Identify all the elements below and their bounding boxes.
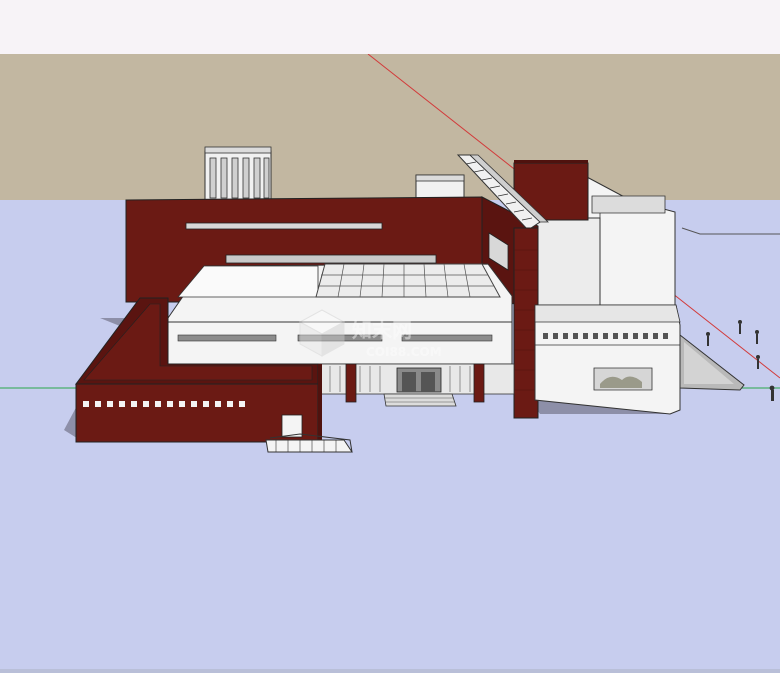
sketchup-window: 知末网 COI88.COM: [0, 0, 780, 673]
model-canvas[interactable]: 知末网 COI88.COM: [0, 54, 780, 673]
brick-column: [513, 227, 539, 419]
toolbar-area: [0, 0, 780, 54]
status-bar: [0, 669, 780, 673]
sky-backdrop: [0, 54, 780, 206]
watermark-brand: 知末网: [352, 318, 412, 342]
tower-roof-right: [591, 195, 666, 214]
skylight-grid: [315, 263, 501, 298]
watermark-site: COI88.COM: [366, 345, 442, 359]
3d-viewport[interactable]: 知末网 COI88.COM: [0, 54, 780, 673]
